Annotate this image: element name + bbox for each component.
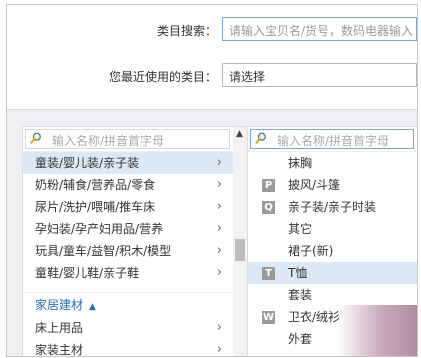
- list-item[interactable]: 奶粉/辅食/营养品/零食 ›: [23, 174, 234, 196]
- level2-filter-input[interactable]: 输入名称/拼音首字母: [250, 129, 414, 149]
- list-item[interactable]: 套装: [248, 284, 417, 306]
- level1-filter: 输入名称/拼音首字母: [23, 127, 234, 152]
- chevron-right-icon: ›: [216, 342, 222, 357]
- list-item-label: 童装/婴儿装/亲子装: [35, 156, 140, 170]
- list-item-label: 床上用品: [35, 321, 84, 335]
- list-item[interactable]: 家装主材 ›: [23, 339, 234, 357]
- list-item-label: 裙子(新): [288, 244, 334, 258]
- category-search-label: 类目搜索：: [156, 24, 217, 38]
- decorative-overlay: [337, 305, 417, 356]
- list-item[interactable]: 童鞋/婴儿鞋/亲子鞋 ›: [23, 262, 234, 284]
- list-item[interactable]: 童装/婴儿装/亲子装 ›: [23, 152, 234, 174]
- level1-scrollbar[interactable]: ▲: [233, 126, 247, 356]
- list-item-label: T恤: [288, 266, 308, 280]
- list-item-label: 童鞋/婴儿鞋/亲子鞋: [35, 266, 140, 280]
- list-item[interactable]: Q 亲子装/亲子时装: [248, 196, 417, 218]
- list-item[interactable]: 尿片/洗护/喂哺/推车床 ›: [23, 196, 234, 218]
- index-letter-badge: W: [262, 311, 275, 324]
- index-letter-badge: P: [262, 179, 275, 192]
- triangle-up-icon[interactable]: ▲: [236, 129, 243, 139]
- magnifier-icon: [30, 132, 41, 144]
- list-item-label: 抹胸: [288, 156, 313, 170]
- chevron-right-icon: ›: [216, 155, 222, 170]
- list-item[interactable]: 其它: [248, 218, 417, 240]
- list-item-label: 披风/斗篷: [288, 178, 341, 192]
- triangle-up-icon: ▲: [89, 302, 96, 312]
- category-picker-window: 类目搜索： 请输入宝贝名/货号，数码电器输入 您最近使用的类目： 请选择 输入名…: [6, 4, 418, 357]
- list-item-label: 家装主材: [35, 343, 84, 357]
- list-item-label: 奶粉/辅食/营养品/零食: [35, 178, 156, 192]
- index-letter-badge: T: [262, 267, 275, 280]
- list-item-label: 孕妇装/孕产妇用品/营养: [35, 222, 164, 236]
- recent-category-value: 请选择: [229, 70, 266, 84]
- list-item-label: 玩具/童车/益智/积木/模型: [35, 244, 172, 258]
- list-item[interactable]: P 披风/斗篷: [248, 174, 417, 196]
- level2-filter-placeholder: 输入名称/拼音首字母: [277, 134, 390, 148]
- list-item-label: 卫衣/绒衫: [288, 310, 341, 324]
- level1-filter-input[interactable]: 输入名称/拼音首字母: [25, 129, 230, 149]
- chevron-right-icon: ›: [216, 320, 222, 335]
- level2-filter: 输入名称/拼音首字母: [248, 127, 417, 152]
- category-search-placeholder: 请输入宝贝名/货号，数码电器输入: [229, 24, 414, 38]
- magnifier-icon: [255, 132, 266, 144]
- form-area: 类目搜索： 请输入宝贝名/货号，数码电器输入 您最近使用的类目： 请选择: [7, 5, 417, 109]
- list-item-label: 外套: [288, 332, 313, 346]
- list-item[interactable]: T T恤: [248, 262, 417, 284]
- scrollbar-thumb[interactable]: [235, 239, 245, 261]
- list-item-label: 亲子装/亲子时装: [288, 200, 377, 214]
- level1-filter-placeholder: 输入名称/拼音首字母: [52, 134, 165, 148]
- chevron-right-icon: ›: [216, 221, 222, 236]
- list-item-label: 尿片/洗护/喂哺/推车床: [35, 200, 156, 214]
- index-letter-badge: Q: [262, 201, 275, 214]
- chevron-right-icon: ›: [216, 199, 222, 214]
- category-column-level1: 输入名称/拼音首字母 童装/婴儿装/亲子装 › 奶粉/辅食/营养品/零食 › 尿…: [22, 126, 235, 357]
- list-item[interactable]: 玩具/童车/益智/积木/模型 ›: [23, 240, 234, 262]
- recent-category-select[interactable]: 请选择: [222, 63, 417, 87]
- category-search-input[interactable]: 请输入宝贝名/货号，数码电器输入: [222, 17, 417, 41]
- list-item-label: 套装: [288, 288, 313, 302]
- list-item-label: 其它: [288, 222, 313, 236]
- list-item[interactable]: 孕妇装/孕产妇用品/营养 ›: [23, 218, 234, 240]
- list-item[interactable]: 抹胸: [248, 152, 417, 174]
- group-header-label: 家居建材: [35, 298, 84, 312]
- chevron-right-icon: ›: [216, 243, 222, 258]
- chevron-right-icon: ›: [216, 177, 222, 192]
- chevron-right-icon: ›: [216, 265, 222, 280]
- recent-category-label: 您最近使用的类目：: [108, 70, 217, 84]
- group-header-home-building[interactable]: 家居建材 ▲: [23, 292, 234, 317]
- list-item[interactable]: 裙子(新): [248, 240, 417, 262]
- list-item[interactable]: 床上用品 ›: [23, 317, 234, 339]
